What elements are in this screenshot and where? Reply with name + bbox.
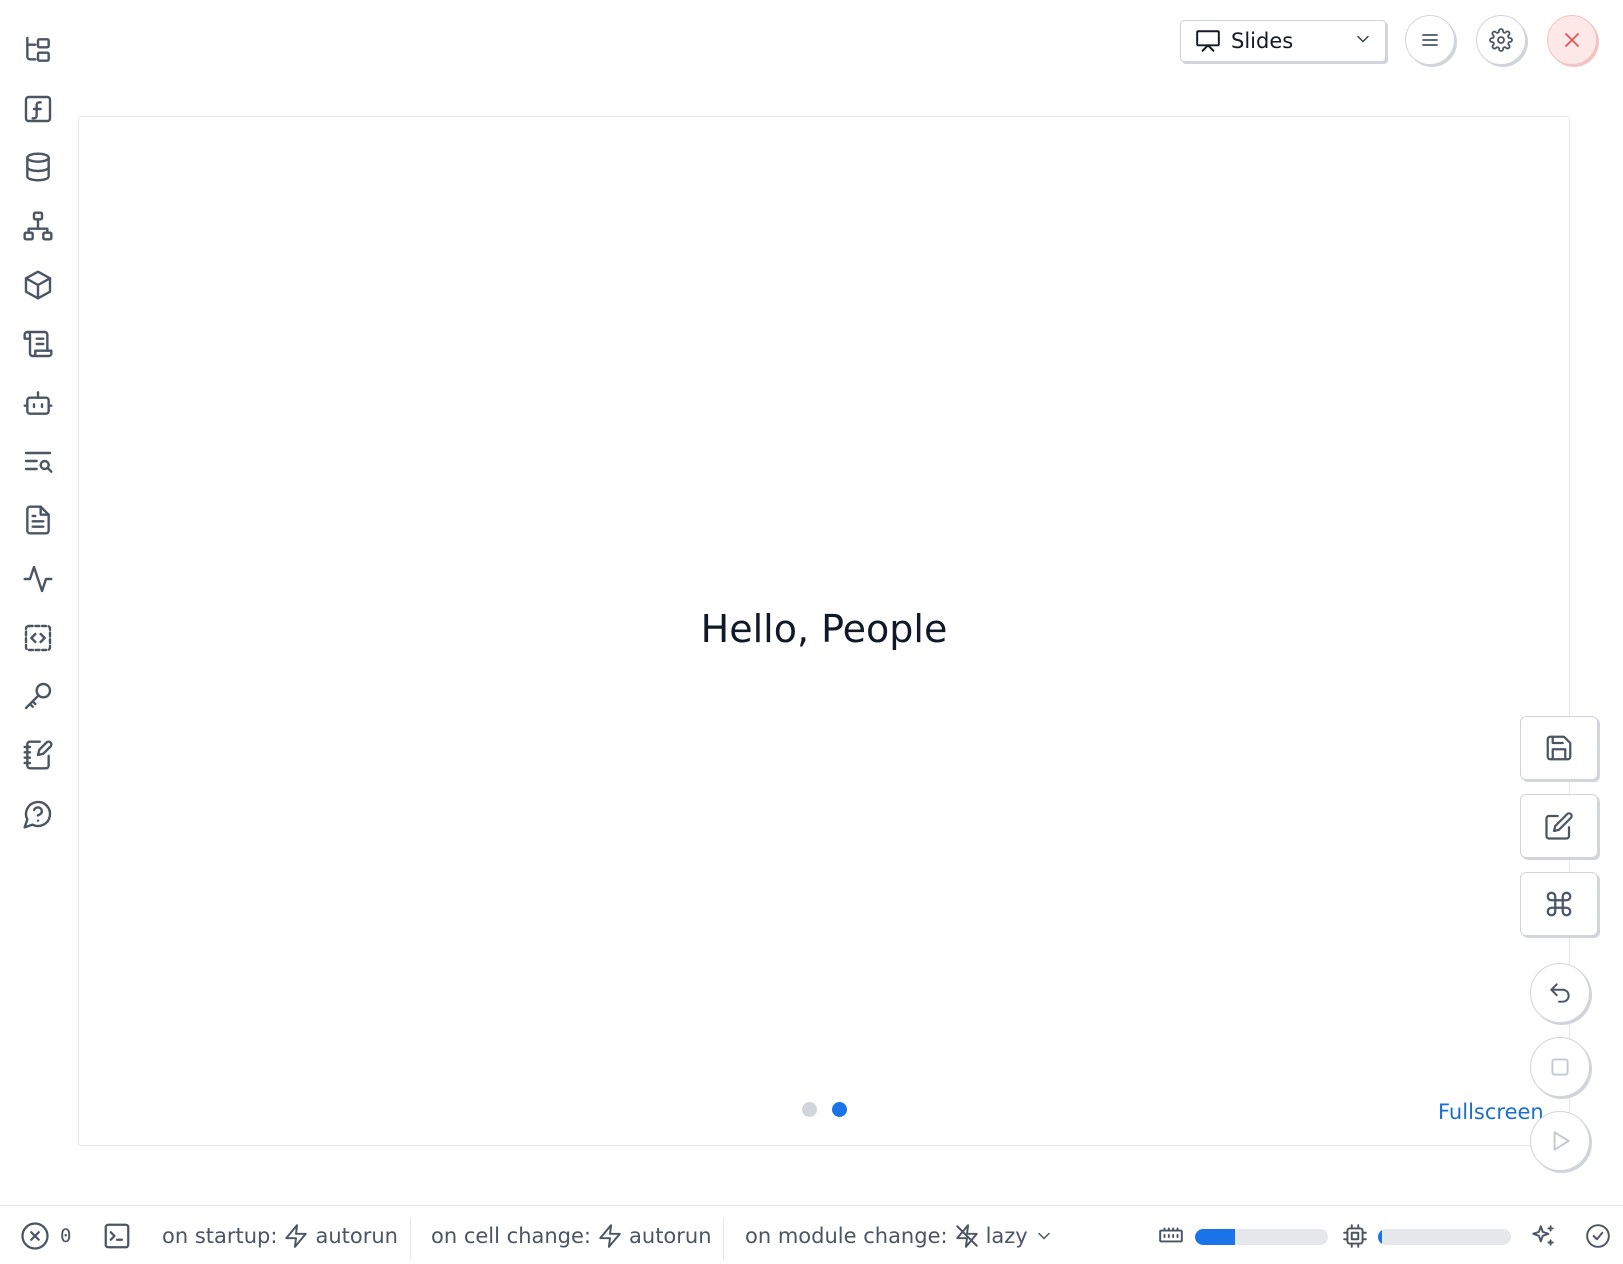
status-bar: 0 on startup: autorun on cell change: au… [0,1205,1623,1264]
activity-icon [23,565,53,593]
memory-icon [1159,1226,1183,1242]
memory-usage-fill [1195,1229,1235,1245]
errors-indicator[interactable]: 0 [20,1206,71,1264]
check-circle-icon [1586,1223,1610,1248]
scroll-icon [23,330,53,358]
text-search-icon [24,451,53,473]
file-tree-icon [26,36,50,62]
undo-button[interactable] [1530,963,1590,1023]
help-chat-icon [23,800,52,829]
run-button[interactable] [1530,1111,1590,1171]
cell-change-setting[interactable]: on cell change: autorun [431,1206,712,1264]
lightning-icon [285,1223,308,1248]
secrets-button[interactable] [18,676,58,716]
hamburger-menu-icon [1422,34,1438,46]
edit-mode-button[interactable] [1520,794,1598,858]
undo-icon [1550,983,1570,1003]
view-mode-select[interactable]: Slides [1180,20,1386,62]
close-icon [1565,33,1579,47]
gear-icon [1489,28,1513,52]
package-icon [24,270,52,300]
error-count: 0 [60,1224,72,1247]
module-change-value: lazy [985,1223,1028,1248]
scratchpad-button[interactable] [18,735,58,775]
document-icon [26,505,50,535]
tracing-button[interactable] [18,559,58,599]
startup-label: on startup: [162,1223,278,1248]
documentation-button[interactable] [18,500,58,540]
bot-icon [23,391,53,415]
presentation-icon [1196,30,1220,52]
logs-button[interactable] [18,324,58,364]
slide-frame: Hello, People [78,116,1570,1146]
divider [410,1218,411,1260]
fullscreen-link[interactable]: Fullscreen [1438,1100,1544,1124]
lightning-icon [599,1223,621,1248]
module-change-label: on module change: [745,1223,948,1248]
cpu-icon [1343,1223,1367,1248]
memory-indicator [1158,1206,1184,1264]
shutdown-button[interactable] [1547,15,1597,65]
ai-chat-button[interactable] [18,383,58,423]
functions-button[interactable] [18,89,58,129]
cpu-usage-fill [1378,1229,1382,1245]
memory-usage-bar [1195,1229,1328,1245]
notebook-pen-icon [23,740,53,770]
datasources-button[interactable] [18,147,58,187]
cell-change-value: autorun [629,1223,712,1248]
cpu-indicator [1342,1206,1368,1264]
dependencies-button[interactable] [18,206,58,246]
file-tree-button[interactable] [18,30,58,70]
status-ok [1585,1206,1611,1264]
x-circle-icon [21,1221,49,1250]
menu-button[interactable] [1405,15,1455,65]
snippets-button[interactable] [18,618,58,658]
save-icon [1546,735,1572,761]
view-mode-label: Slides [1231,29,1294,53]
lightning-off-icon [955,1223,978,1248]
function-icon [24,95,52,123]
key-icon [24,682,52,710]
chevron-down-icon [1037,1232,1050,1239]
save-button[interactable] [1520,716,1598,780]
left-sidebar [0,0,76,1205]
interrupt-button[interactable] [1530,1037,1590,1097]
sparkles-icon [1532,1224,1554,1246]
settings-button[interactable] [1476,15,1526,65]
startup-setting[interactable]: on startup: autorun [162,1206,398,1264]
search-button[interactable] [18,441,58,481]
module-change-setting[interactable]: on module change: lazy [745,1206,1054,1264]
startup-value: autorun [315,1223,398,1248]
database-icon [26,152,50,182]
slide-content: Hello, People [700,607,948,651]
slide-pagination [802,1102,847,1117]
terminal-button[interactable] [102,1206,132,1264]
divider [723,1218,724,1260]
ai-assist-button[interactable] [1530,1206,1556,1264]
play-icon [1553,1131,1570,1151]
slide-dot-2[interactable] [832,1102,847,1117]
cell-change-label: on cell change: [431,1223,592,1248]
packages-button[interactable] [18,265,58,305]
chevron-down-icon [1353,29,1373,53]
edit-icon [1545,812,1573,840]
slide-dot-1[interactable] [802,1102,817,1117]
help-button[interactable] [18,794,58,834]
stop-icon [1551,1058,1569,1076]
command-palette-button[interactable] [1520,872,1598,936]
command-icon [1546,891,1572,917]
code-snippet-icon [24,624,52,652]
hierarchy-icon [23,211,53,241]
terminal-icon [104,1223,130,1248]
cpu-usage-bar [1378,1229,1511,1245]
